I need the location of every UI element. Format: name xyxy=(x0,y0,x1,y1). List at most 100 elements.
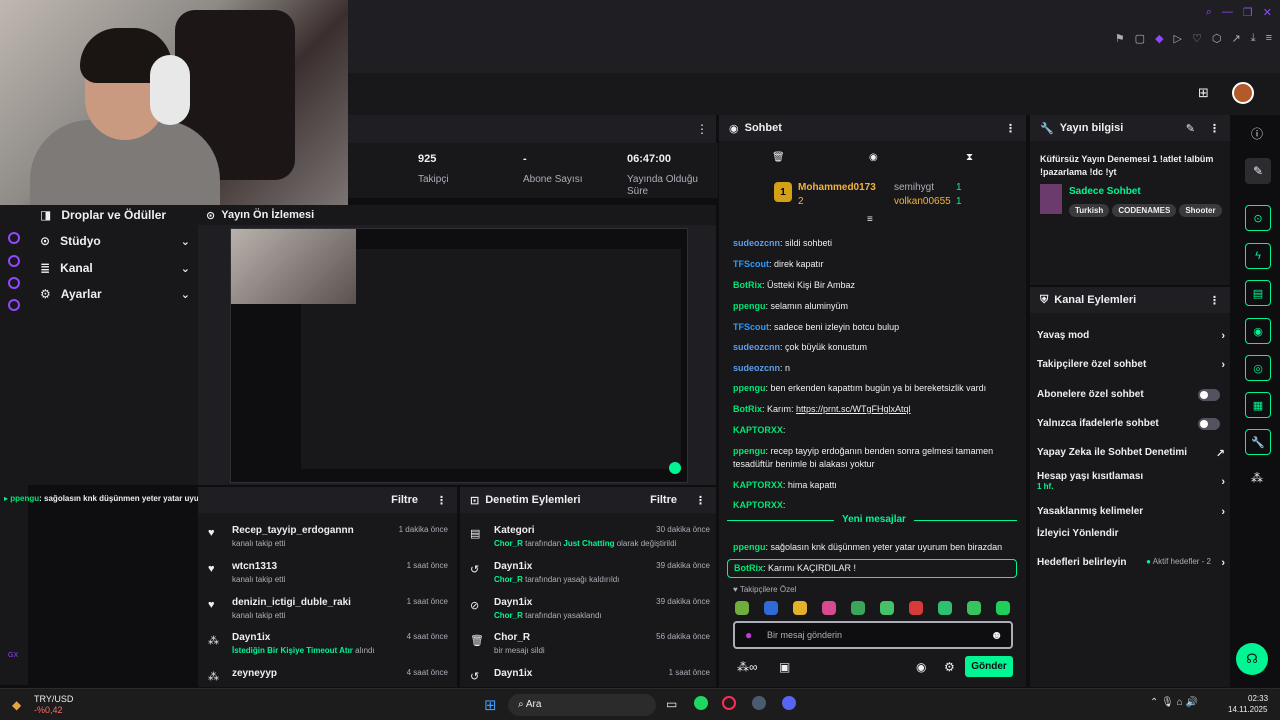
layout-icon[interactable]: ▦ xyxy=(1245,392,1271,418)
points-icon[interactable]: ⁂ xyxy=(1251,471,1263,485)
creator-menu: ◨ Droplar ve Ödüller ⊙ Stüdyo ⌄ ≣ Kanal ⌄ ⚙ Ay… xyxy=(28,205,198,485)
moderation-filter-button[interactable]: Filtre xyxy=(650,494,677,506)
chat-bubble-icon[interactable]: ◉ xyxy=(869,152,878,163)
hourglass-icon[interactable]: ⧗ xyxy=(966,152,973,163)
edit-pen-icon[interactable]: ✎ xyxy=(1245,158,1271,184)
send-button[interactable]: Gönder xyxy=(965,656,1013,677)
emote[interactable] xyxy=(996,601,1010,615)
camera-icon[interactable]: ⊙ xyxy=(1245,205,1271,231)
trash-icon[interactable]: 🗑 xyxy=(772,152,785,163)
viewer-redirect[interactable]: İzleyici Yönlendir xyxy=(1037,528,1225,539)
tag[interactable]: CODENAMES xyxy=(1112,204,1177,217)
taskbar-search[interactable]: ⌕ Ara xyxy=(508,694,656,716)
emote[interactable] xyxy=(938,601,952,615)
bookmark-icon[interactable]: ⚑ xyxy=(1115,32,1125,45)
snapshot-icon[interactable]: ▢ xyxy=(1135,32,1145,45)
menu-channel[interactable]: ≣ Kanal ⌄ xyxy=(40,261,190,275)
opera-gx-icon[interactable] xyxy=(722,696,736,710)
broadcast-icon[interactable]: ◎ xyxy=(1245,355,1271,381)
channel-actions-more-icon[interactable]: ⋮ xyxy=(1209,294,1220,307)
chat-icon[interactable]: ◉ xyxy=(1245,318,1271,344)
fullscreen-icon[interactable] xyxy=(669,462,681,474)
emoji-icon[interactable]: ☻ xyxy=(990,628,1003,642)
emote[interactable] xyxy=(967,601,981,615)
window-controls: ⌕ — ❐ ✕ xyxy=(1206,6,1272,19)
tray-icons[interactable]: ⌃ 🎙 ⌂ 🔊 xyxy=(1150,697,1198,708)
leaderboard-expand-icon[interactable]: ≡ xyxy=(867,214,873,225)
mic-icon[interactable]: ● xyxy=(745,628,752,642)
sidebar-icon-1[interactable] xyxy=(8,232,20,244)
stream-preview-video[interactable] xyxy=(230,228,688,483)
emote[interactable] xyxy=(793,601,807,615)
sidebar-icon-2[interactable] xyxy=(8,255,20,267)
store-icon[interactable]: ▣ xyxy=(779,660,790,674)
emote[interactable] xyxy=(909,601,923,615)
emotes-only-toggle[interactable] xyxy=(1198,418,1220,430)
sidebar-icon-3[interactable] xyxy=(8,277,20,289)
slow-mode[interactable]: Yavaş mod › xyxy=(1037,330,1225,342)
steam-icon[interactable] xyxy=(752,696,766,710)
tag[interactable]: Shooter xyxy=(1179,204,1222,217)
shield-icon[interactable]: ◆ xyxy=(1155,32,1163,45)
account-age-restriction[interactable]: Hesap yaşı kısıtlaması 1 hf. › xyxy=(1037,471,1225,491)
gear-icon[interactable]: ⚙ xyxy=(944,660,955,674)
notes-icon[interactable]: ▤ xyxy=(1245,280,1271,306)
support-button[interactable]: ☊ xyxy=(1236,643,1268,675)
ai-moderation[interactable]: Yapay Zeka ile Sohbet Denetimi ↗ xyxy=(1037,447,1225,460)
leader-second[interactable]: semihygt xyxy=(894,182,934,193)
stats-more-icon[interactable]: ⋮ xyxy=(696,122,708,136)
search-icon[interactable]: ⌕ xyxy=(1206,6,1212,19)
spotify-icon[interactable] xyxy=(694,696,708,710)
emote[interactable] xyxy=(851,601,865,615)
start-icon[interactable]: ⊞ xyxy=(484,696,497,714)
menu-settings[interactable]: ⚙ Ayarlar ⌄ xyxy=(40,287,190,301)
theatre-mode-icon[interactable]: ⊞ xyxy=(1198,85,1209,101)
subs-only-toggle[interactable] xyxy=(1198,389,1220,401)
extensions-icon[interactable]: ⬡ xyxy=(1212,32,1222,45)
category-name[interactable]: Sadece Sohbet xyxy=(1069,186,1141,197)
leader-third[interactable]: volkan00655 xyxy=(894,196,951,207)
edit-icon[interactable]: ✎ xyxy=(1186,122,1195,135)
ticker-label[interactable]: TRY/USD xyxy=(34,694,73,704)
new-messages-label[interactable]: Yeni mesajlar xyxy=(834,514,914,525)
chat-settings-bubble-icon[interactable]: ◉ xyxy=(916,660,926,674)
heart-icon: ♥ xyxy=(208,599,215,611)
moderation-row: 🗑 Chor_R bir mesajı sildi 56 dakika önce xyxy=(470,632,710,655)
set-goals[interactable]: Hedefleri belirleyin ● Aktif hedefler - 2… xyxy=(1037,557,1225,569)
play-icon[interactable]: ▷ xyxy=(1174,32,1182,45)
category-thumbnail[interactable] xyxy=(1040,184,1062,214)
sidebar-icon-4[interactable] xyxy=(8,299,20,311)
stream-info-more-icon[interactable]: ⋮ xyxy=(1209,122,1220,135)
wrench-icon[interactable]: 🔧 xyxy=(1245,429,1271,455)
banned-words[interactable]: Yasaklanmış kelimeler › xyxy=(1037,506,1225,518)
followers-only-chat[interactable]: Takipçilere özel sohbet › xyxy=(1037,359,1225,371)
emote[interactable] xyxy=(735,601,749,615)
emote[interactable] xyxy=(822,601,836,615)
emote[interactable] xyxy=(764,601,778,615)
avatar[interactable] xyxy=(1232,82,1254,104)
chat-link[interactable]: https://prnt.sc/WTgFHglxAtql xyxy=(796,404,911,414)
tag[interactable]: Turkish xyxy=(1069,204,1110,217)
discord-icon[interactable] xyxy=(782,696,796,710)
menu-studio[interactable]: ⊙ Stüdyo ⌄ xyxy=(40,234,190,248)
menu-drops[interactable]: ◨ Droplar ve Ödüller xyxy=(40,208,190,222)
info-icon[interactable]: ⓘ xyxy=(1251,125,1263,142)
menu-icon[interactable]: ≡ xyxy=(1266,32,1272,45)
heart-icon[interactable]: ♡ xyxy=(1192,32,1202,45)
maximize-icon[interactable]: ❐ xyxy=(1243,6,1253,19)
download-icon[interactable]: ⤓ xyxy=(1251,32,1256,45)
overlay-chat-icon: ▸ xyxy=(4,494,9,503)
close-icon[interactable]: ✕ xyxy=(1263,6,1272,19)
emote[interactable] xyxy=(880,601,894,615)
points-icon[interactable]: ⁂∞ xyxy=(737,660,758,674)
file-explorer-icon[interactable]: ▭ xyxy=(666,697,677,711)
lightning-icon[interactable]: ϟ xyxy=(1245,243,1271,269)
activity-filter-button[interactable]: Filtre xyxy=(391,494,418,506)
share-icon[interactable]: ↗ xyxy=(1231,32,1240,45)
moderation-more-icon[interactable]: ⋮ xyxy=(695,494,706,507)
leader-first[interactable]: Mohammed0173 xyxy=(798,182,876,193)
chat-input[interactable]: ● Bir mesaj gönderin ☻ xyxy=(733,621,1013,649)
minimize-icon[interactable]: — xyxy=(1222,6,1233,19)
activity-more-icon[interactable]: ⋮ xyxy=(436,494,447,507)
chat-more-icon[interactable]: ⋮ xyxy=(1005,122,1016,135)
